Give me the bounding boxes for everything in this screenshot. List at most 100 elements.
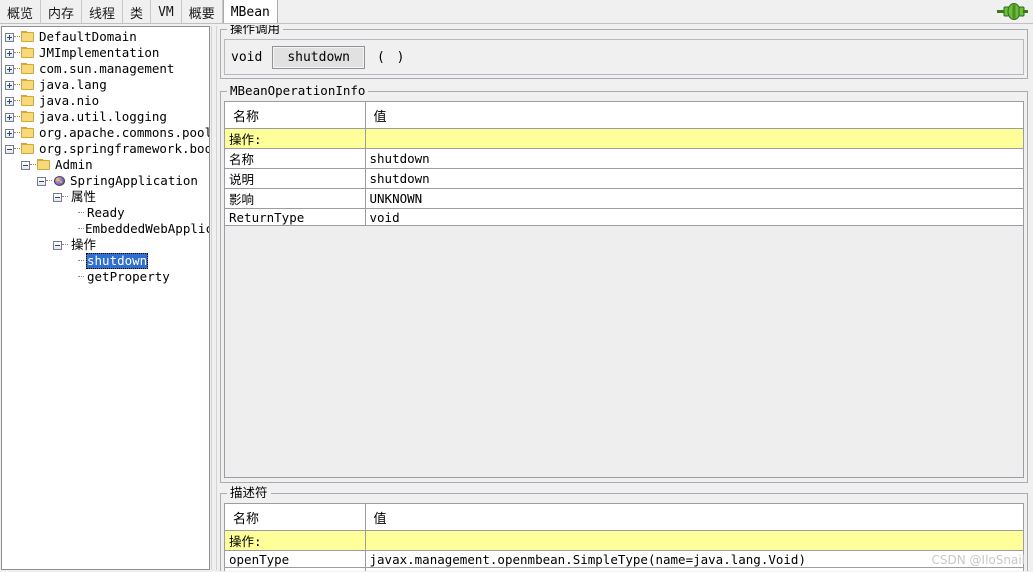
tree-node-label[interactable]: getProperty	[86, 269, 170, 285]
tree-node[interactable]: 操作	[2, 237, 209, 253]
tree-node-label[interactable]: org.apache.commons.pool2	[38, 125, 209, 141]
tab-3[interactable]: 线程	[82, 0, 124, 24]
tree-node-label[interactable]: java.util.logging	[38, 109, 167, 125]
folder-icon	[21, 47, 35, 59]
expand-icon[interactable]	[5, 128, 14, 138]
tab-6[interactable]: 概要	[181, 0, 223, 24]
split-divider[interactable]	[211, 26, 217, 570]
tree-node-label[interactable]: com.sun.management	[38, 61, 174, 77]
expand-icon[interactable]	[5, 80, 14, 90]
tree-connector	[62, 196, 68, 198]
folder-icon	[21, 111, 35, 123]
tab-bar: 概览 内存 线程类 VM 概要 MBean	[0, 0, 1033, 24]
tab-5[interactable]: VM	[151, 0, 182, 24]
tree-connector	[14, 36, 20, 38]
collapse-icon[interactable]	[53, 192, 62, 202]
table-row[interactable]: ReturnType void	[225, 208, 1023, 226]
tree-connector	[78, 276, 84, 278]
folder-icon	[21, 127, 35, 139]
expand-icon[interactable]	[5, 96, 14, 106]
cell-value: void	[365, 208, 1023, 226]
plug-connected-icon[interactable]	[995, 2, 1029, 21]
cell-value: void	[365, 567, 1023, 571]
tree-node[interactable]: getProperty	[2, 269, 209, 285]
column-header-value[interactable]: 值	[365, 504, 1023, 531]
operation-return-type: void	[231, 49, 263, 65]
collapse-icon[interactable]	[37, 176, 46, 186]
tree-node-label[interactable]: java.nio	[38, 93, 99, 109]
tree-connector	[14, 52, 20, 54]
table-row[interactable]: openType javax.management.openmbean.Simpl…	[225, 550, 1023, 568]
column-header-value[interactable]: 值	[365, 102, 1023, 129]
tree-node-label[interactable]: org.springframework.boot	[38, 141, 209, 157]
operation-invocation-group: 操作调用 void shutdown ( )	[220, 25, 1028, 79]
tree-node-label[interactable]: shutdown	[86, 253, 149, 269]
tree-node-label[interactable]: java.lang	[38, 77, 107, 93]
tree-node[interactable]: Ready	[2, 205, 209, 221]
table-row[interactable]: 操作:	[225, 128, 1023, 149]
expand-icon[interactable]	[5, 32, 14, 42]
mbean-tree-panel[interactable]: DefaultDomain JMImplementation com.sun.man…	[1, 26, 210, 570]
folder-icon	[21, 95, 35, 107]
tree-node[interactable]: shutdown	[2, 253, 209, 269]
tree-node-label[interactable]: JMImplementation	[38, 45, 159, 61]
table-row[interactable]: 名称 shutdown	[225, 148, 1023, 169]
descriptor-table-scroll[interactable]: 名称 值 操作: openType javax.management.openmbe…	[224, 503, 1024, 571]
tree-node-label[interactable]: 属性	[70, 189, 96, 205]
tree-node[interactable]: EmbeddedWebApplicationContext	[2, 221, 209, 237]
folder-icon	[37, 159, 51, 171]
cell-value	[365, 128, 1023, 149]
collapse-icon[interactable]	[5, 144, 14, 154]
operation-info-title: MBeanOperationInfo	[227, 84, 369, 98]
cell-value: shutdown	[365, 168, 1023, 189]
expand-icon[interactable]	[5, 112, 14, 122]
mbean-detail-panel: 操作调用 void shutdown ( ) MBeanOperationInf…	[218, 25, 1032, 571]
tree-node-label[interactable]: Ready	[86, 205, 125, 221]
tree-node[interactable]: org.apache.commons.pool2	[2, 125, 209, 141]
collapse-icon[interactable]	[53, 240, 62, 250]
cell-name: originalType	[225, 567, 366, 571]
cell-name: ReturnType	[225, 208, 366, 226]
tab-1[interactable]: 概览	[0, 0, 42, 24]
tree-connector	[78, 260, 84, 262]
tree-node[interactable]: java.lang	[2, 77, 209, 93]
tree-node[interactable]: Admin	[2, 157, 209, 173]
tab-7[interactable]: MBean	[222, 0, 278, 24]
column-header-name[interactable]: 名称	[225, 102, 366, 129]
tree-connector	[14, 132, 20, 134]
tree-node[interactable]: com.sun.management	[2, 61, 209, 77]
table-row[interactable]: originalTypevoid	[225, 567, 1023, 571]
tab-4[interactable]: 类	[123, 0, 152, 24]
tab-list: 概览 内存 线程类 VM 概要 MBean	[0, 0, 278, 24]
shutdown-operation-button[interactable]: shutdown	[272, 45, 365, 69]
table-header-row: 名称 值	[225, 504, 1023, 531]
tree-node[interactable]: JMImplementation	[2, 45, 209, 61]
tree-connector	[78, 212, 84, 214]
expand-icon[interactable]	[5, 64, 14, 74]
tree-node[interactable]: java.nio	[2, 93, 209, 109]
table-row[interactable]: 操作:	[225, 530, 1023, 551]
tab-bar-underline	[0, 23, 1033, 24]
tree-node[interactable]: org.springframework.boot	[2, 141, 209, 157]
tree-node-label[interactable]: Admin	[54, 157, 93, 173]
tree-node[interactable]: 属性	[2, 189, 209, 205]
table-row[interactable]: 说明 shutdown	[225, 168, 1023, 189]
tree-node-label[interactable]: SpringApplication	[69, 173, 198, 189]
collapse-icon[interactable]	[21, 160, 30, 170]
folder-icon	[21, 31, 35, 43]
column-header-name[interactable]: 名称	[225, 504, 366, 531]
tab-2[interactable]: 内存	[41, 0, 83, 24]
tree-node-label[interactable]: EmbeddedWebApplicationContext	[84, 221, 209, 237]
cell-name: 名称	[225, 148, 366, 169]
tree-node[interactable]: SpringApplication	[2, 173, 209, 189]
table-row[interactable]: 影响 UNKNOWN	[225, 188, 1023, 209]
expand-icon[interactable]	[5, 48, 14, 58]
tree-node[interactable]: DefaultDomain	[2, 29, 209, 45]
cell-value: javax.management.openmbean.SimpleType(na…	[365, 550, 1023, 568]
tree-node-label[interactable]: 操作	[70, 237, 96, 253]
tree-node-label[interactable]: DefaultDomain	[38, 29, 137, 45]
cell-value	[365, 530, 1023, 551]
tree-node[interactable]: java.util.logging	[2, 109, 209, 125]
operation-info-table-scroll[interactable]: 名称 值 操作: 名称 shutdown 说明 shutdown 影响 UNKNOWN Ret…	[224, 101, 1024, 478]
